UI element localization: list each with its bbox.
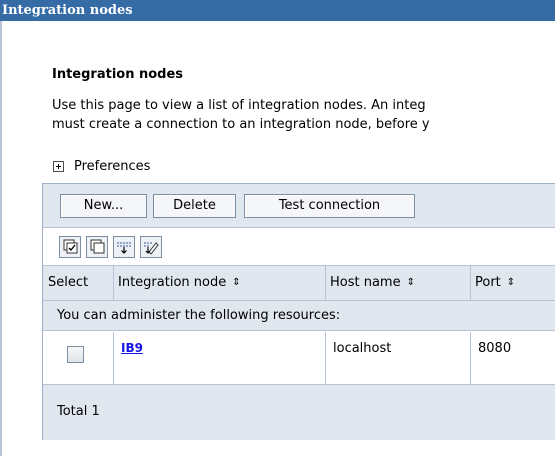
- sort-icon[interactable]: ⇕: [232, 277, 240, 288]
- table-header: Select Integration node ⇕ Host name ⇕ Port…: [43, 266, 555, 301]
- column-port[interactable]: Port ⇕: [471, 266, 555, 300]
- column-port-label[interactable]: Port: [475, 275, 501, 290]
- preferences-toggle[interactable]: Preferences: [52, 157, 150, 175]
- column-select: Select: [43, 266, 114, 300]
- page-title: Integration nodes: [52, 67, 184, 82]
- page-description: Use this page to view a list of integrat…: [52, 96, 555, 134]
- resource-message: You can administer the following resourc…: [43, 301, 555, 331]
- preferences-label[interactable]: Preferences: [74, 159, 150, 174]
- column-integration-node[interactable]: Integration node ⇕: [114, 266, 326, 300]
- delete-button[interactable]: Delete: [153, 194, 236, 218]
- clear-filter-icon[interactable]: [140, 236, 162, 258]
- new-button[interactable]: New...: [60, 194, 147, 218]
- plus-expand-icon[interactable]: [53, 160, 64, 172]
- table-row: IB9 localhost 8080: [43, 332, 555, 385]
- deselect-all-icon[interactable]: [86, 236, 108, 258]
- total-count: Total 1: [43, 385, 555, 440]
- window-title: Integration nodes: [0, 0, 555, 21]
- expand-filter-icon[interactable]: [113, 236, 135, 258]
- integration-node-cell: IB9: [114, 332, 326, 384]
- select-cell: [43, 332, 114, 384]
- port-cell: 8080: [478, 341, 512, 356]
- sort-icon[interactable]: ⇕: [407, 277, 415, 288]
- column-host-name[interactable]: Host name ⇕: [326, 266, 471, 300]
- description-line-1: Use this page to view a list of integrat…: [52, 98, 426, 113]
- sort-icon[interactable]: ⇕: [507, 277, 515, 288]
- test-connection-button[interactable]: Test connection: [244, 194, 415, 218]
- row-checkbox[interactable]: [67, 346, 84, 363]
- integration-node-link[interactable]: IB9: [121, 341, 143, 355]
- left-border: [0, 21, 2, 456]
- action-toolbar: New... Delete Test connection: [43, 184, 555, 228]
- host-name-cell: localhost: [326, 332, 471, 384]
- icon-toolbar: [43, 228, 555, 266]
- column-host-name-label[interactable]: Host name: [330, 275, 401, 290]
- description-line-2: must create a connection to an integrati…: [52, 117, 430, 132]
- select-all-icon[interactable]: [59, 236, 81, 258]
- column-integration-node-label[interactable]: Integration node: [118, 275, 226, 290]
- integration-nodes-panel: New... Delete Test connection Select Int…: [42, 183, 555, 440]
